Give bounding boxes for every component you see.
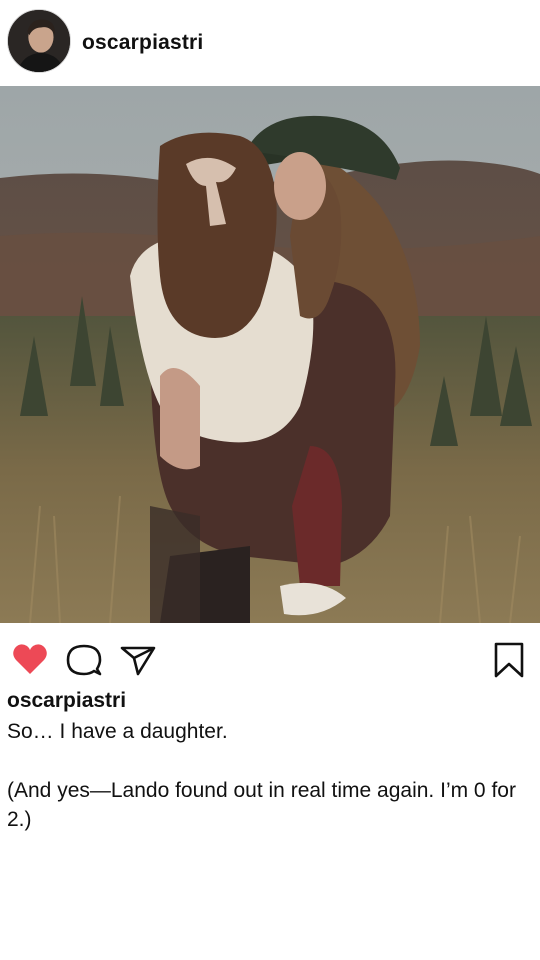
avatar-image: [8, 10, 70, 72]
post-username[interactable]: oscarpiastri: [82, 31, 203, 55]
speech-bubble-icon[interactable]: [64, 640, 104, 680]
post-actions: [0, 640, 540, 684]
post-image[interactable]: [0, 86, 540, 623]
bookmark-icon[interactable]: [489, 640, 529, 680]
post-header: oscarpiastri: [0, 0, 540, 86]
heart-icon[interactable]: [10, 640, 50, 680]
caption-username[interactable]: oscarpiastri: [7, 689, 126, 713]
avatar[interactable]: [7, 9, 71, 73]
paper-plane-icon[interactable]: [118, 640, 158, 680]
caption-text: So… I have a daughter. (And yes—Lando fo…: [7, 720, 516, 832]
